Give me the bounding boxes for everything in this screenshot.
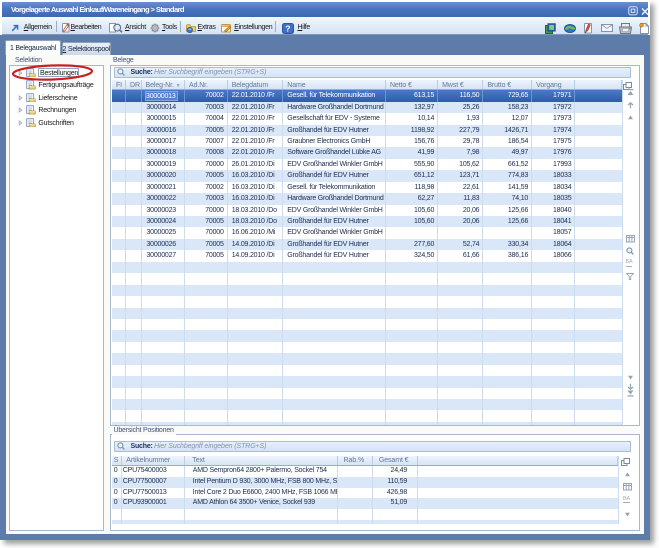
- svg-text:?: ?: [285, 23, 290, 33]
